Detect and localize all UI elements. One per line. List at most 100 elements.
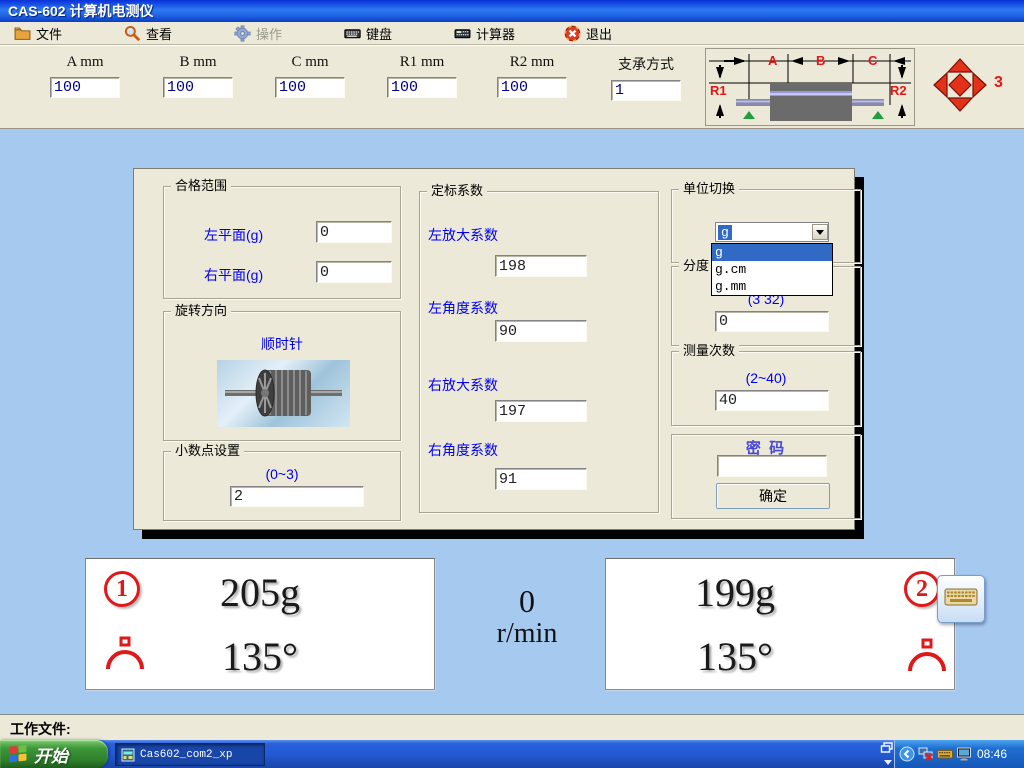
parameter-bar: A mm B mm C mm R1 mm R2 mm 支承方式 [0, 45, 1024, 129]
diagram-label-r2: R2 [890, 83, 907, 98]
exit-icon [564, 25, 581, 42]
keyboard-icon [944, 586, 978, 613]
field-c-input[interactable] [275, 77, 345, 98]
field-c: C mm [270, 54, 350, 98]
group-division-title: 分度 [679, 258, 713, 274]
menu-item-calculator[interactable]: 计算器 [448, 22, 521, 44]
field-r2: R2 mm [492, 54, 572, 98]
field-b-input[interactable] [163, 77, 233, 98]
rotation-direction-value: 顺时针 [164, 334, 400, 354]
group-password: 密 码 确定 [671, 434, 861, 519]
field-a-label: A mm [45, 54, 125, 71]
right-gain-input[interactable] [495, 400, 587, 422]
menu-item-file-label: 文件 [36, 24, 62, 43]
plane-2-badge: 2 [904, 571, 940, 607]
diagram-label-b: B [816, 53, 825, 68]
window-restore-icon [882, 743, 893, 752]
field-r2-label: R2 mm [492, 54, 572, 71]
combo-dropdown-button[interactable] [812, 224, 828, 240]
decimal-input[interactable] [230, 486, 364, 507]
measure-count-range-hint: (2~40) [672, 370, 860, 386]
menu-item-calculator-label: 计算器 [476, 24, 515, 43]
unit-option-gmm[interactable]: g.mm [712, 278, 832, 295]
unit-dropdown-list: g g.cm g.mm [711, 243, 833, 296]
password-ok-button[interactable]: 确定 [716, 483, 830, 509]
right-gain-label: 右放大系数 [428, 375, 498, 395]
rotor-diagram: A B C R1 R2 [705, 48, 915, 126]
right-amount-value: 199g [561, 569, 909, 616]
status-bar: 工作文件: [0, 714, 1024, 740]
plane-2-number: 2 [916, 576, 928, 603]
group-rotation-title: 旋转方向 [171, 303, 231, 319]
right-angle-input[interactable] [495, 468, 587, 490]
start-button-label: 开始 [34, 742, 68, 767]
diagram-label-c: C [868, 53, 878, 68]
right-angle-label: 右角度系数 [428, 440, 498, 460]
windows-logo-icon [8, 744, 28, 764]
group-calibration: 定标系数 左放大系数 左角度系数 右放大系数 右角度系数 [419, 191, 659, 513]
unit-option-gcm[interactable]: g.cm [712, 261, 832, 278]
left-gain-input[interactable] [495, 255, 587, 277]
group-decimal-title: 小数点设置 [171, 443, 244, 459]
field-b-label: B mm [158, 54, 238, 71]
field-support: 支承方式 [602, 54, 690, 101]
unit-combobox-value: g [718, 225, 732, 240]
password-input[interactable] [717, 455, 827, 477]
title-bar[interactable]: CAS-602 计算机电测仪 [0, 0, 1024, 22]
mode-number: 3 [994, 74, 1003, 92]
field-c-label: C mm [270, 54, 350, 71]
taskbar-task-cas602[interactable]: Cas602_com2_xp [115, 743, 265, 766]
right-plane-input[interactable] [316, 261, 392, 283]
group-qualified-range-title: 合格范围 [171, 178, 231, 194]
field-r2-input[interactable] [497, 77, 567, 98]
left-angle-value: 135° [86, 633, 434, 680]
work-file-label: 工作文件: [10, 719, 71, 739]
dropdown-arrow-icon [884, 760, 892, 765]
app-window: CAS-602 计算机电测仪 文件 查看 操作 键盘 计算器 退出 [0, 0, 1024, 768]
group-measure-count: 测量次数 (2~40) [671, 351, 861, 426]
menu-item-file[interactable]: 文件 [8, 22, 68, 44]
menu-bar: 文件 查看 操作 键盘 计算器 退出 [0, 22, 1024, 45]
group-unit-switch-title: 单位切换 [679, 181, 739, 197]
field-r1-label: R1 mm [382, 54, 462, 71]
tray-keyboard-icon[interactable] [937, 746, 953, 762]
group-qualified-range: 合格范围 左平面(g) 右平面(g) [163, 186, 401, 299]
decimal-range-hint: (0~3) [164, 466, 400, 482]
hide-icons-chevron-icon[interactable] [899, 746, 915, 762]
field-a-input[interactable] [50, 77, 120, 98]
field-b: B mm [158, 54, 238, 98]
taskbar-clock[interactable]: 08:46 [977, 747, 1007, 761]
settings-panel: 合格范围 左平面(g) 右平面(g) 旋转方向 顺时针 [133, 168, 855, 530]
network-disconnected-icon[interactable] [918, 746, 934, 762]
menu-item-keyboard[interactable]: 键盘 [338, 22, 398, 44]
left-amount-value: 205g [86, 569, 434, 616]
right-plane-label: 右平面(g) [204, 265, 263, 285]
measure-count-input[interactable] [715, 390, 829, 411]
display-settings-icon[interactable] [956, 746, 972, 762]
left-plane-input[interactable] [316, 221, 392, 243]
menu-item-operate: 操作 [228, 22, 288, 44]
window-title: CAS-602 计算机电测仪 [8, 3, 153, 19]
left-gain-label: 左放大系数 [428, 225, 498, 245]
field-r1-input[interactable] [387, 77, 457, 98]
division-input[interactable] [715, 311, 829, 332]
menu-item-view[interactable]: 查看 [118, 22, 178, 44]
task-button-label: Cas602_com2_xp [140, 749, 232, 761]
unit-combobox[interactable]: g [715, 222, 829, 242]
menu-item-keyboard-label: 键盘 [366, 24, 392, 43]
virtual-keyboard-button[interactable] [937, 575, 985, 623]
right-plane-display: 199g 2 135° [605, 558, 955, 690]
unit-option-g[interactable]: g [712, 244, 832, 261]
field-a: A mm [45, 54, 125, 98]
left-angle-input[interactable] [495, 320, 587, 342]
menu-item-exit[interactable]: 退出 [558, 22, 618, 44]
group-rotation-direction: 旋转方向 顺时针 [163, 311, 401, 441]
menu-item-operate-label: 操作 [256, 24, 282, 43]
left-angle-label: 左角度系数 [428, 298, 498, 318]
angle-arc-icon [906, 637, 948, 673]
direction-arrows-icon[interactable] [933, 58, 987, 112]
client-area: 合格范围 左平面(g) 右平面(g) 旋转方向 顺时针 [0, 129, 1024, 714]
right-angle-value: 135° [561, 633, 909, 680]
start-button[interactable]: 开始 [0, 740, 108, 768]
field-support-input[interactable] [611, 80, 681, 101]
